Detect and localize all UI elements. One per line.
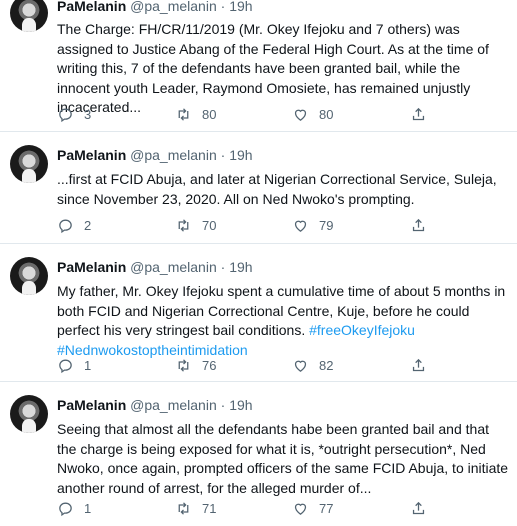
tweet-body: The Charge: FH/CR/11/2019 (Mr. Okey Ifej… [57,21,489,115]
reply-button[interactable]: 3 [57,104,91,124]
tweet-actions: 1 76 82 [57,355,509,375]
heart-icon [294,360,307,372]
tweet-text: ...first at FCID Abuja, and later at Nig… [57,170,509,209]
share-icon [412,501,425,514]
retweet-button[interactable]: 70 [175,215,216,235]
tweet-body: ...first at FCID Abuja, and later at Nig… [57,171,497,207]
reply-icon [59,219,72,233]
share-icon [412,107,425,120]
retweet-count: 70 [202,217,217,233]
timestamp[interactable]: 19h [229,259,252,275]
display-name[interactable]: PaMelanin [57,147,126,163]
heart-icon [294,220,307,232]
tweet-text: Seeing that almost all the defendants ha… [57,420,509,498]
tweet-actions: 1 71 77 [57,498,509,518]
divider [0,131,517,132]
reply-count: 3 [84,106,92,122]
user-handle[interactable]: @pa_melanin [130,147,217,163]
retweet-icon [178,218,189,232]
retweet-count: 76 [202,357,217,373]
retweet-button[interactable]: 71 [175,498,216,518]
tweet-header: PaMelanin @pa_melanin · 19h [57,396,253,414]
reply-count: 1 [84,500,92,516]
retweet-count: 80 [202,106,217,122]
display-name[interactable]: PaMelanin [57,0,126,14]
tweet-text: My father, Mr. Okey Ifejoku spent a cumu… [57,282,509,360]
separator-dot: · [220,147,226,163]
tweet-text: The Charge: FH/CR/11/2019 (Mr. Okey Ifej… [57,20,509,118]
like-button[interactable]: 77 [292,498,333,518]
divider [0,243,517,244]
tweet-thread: PaMelanin @pa_melanin · 19h The Charge: … [0,0,517,526]
share-button[interactable] [410,498,427,518]
reply-button[interactable]: 2 [57,215,91,235]
timestamp[interactable]: 19h [229,147,252,163]
reply-icon [59,359,72,373]
tweet-body: My father, Mr. Okey Ifejoku spent a cumu… [57,283,506,338]
divider [0,381,517,382]
like-button[interactable]: 80 [292,104,333,124]
separator-dot: · [220,0,226,14]
timestamp[interactable]: 19h [229,0,252,14]
display-name[interactable]: PaMelanin [57,397,126,413]
avatar[interactable] [10,0,48,32]
reply-count: 2 [84,217,92,233]
avatar[interactable] [10,145,48,183]
like-count: 79 [319,217,334,233]
tweet-header: PaMelanin @pa_melanin · 19h [57,258,253,276]
hashtag-link[interactable]: #freeOkeyIfejoku [309,322,415,338]
like-button[interactable]: 79 [292,215,333,235]
separator-dot: · [220,259,226,275]
reply-count: 1 [84,357,92,373]
like-button[interactable]: 82 [292,355,333,375]
tweet[interactable]: PaMelanin @pa_melanin · 19h ...first at … [0,133,517,243]
tweet-actions: 3 80 80 [57,104,509,124]
tweet[interactable]: PaMelanin @pa_melanin · 19h Seeing that … [0,383,517,526]
separator-dot: · [220,397,226,413]
user-handle[interactable]: @pa_melanin [130,397,217,413]
share-icon [412,218,425,231]
avatar[interactable] [10,257,48,295]
user-handle[interactable]: @pa_melanin [130,0,217,14]
tweet-actions: 2 70 79 [57,215,509,235]
reply-button[interactable]: 1 [57,498,91,518]
display-name[interactable]: PaMelanin [57,259,126,275]
tweet-header: PaMelanin @pa_melanin · 19h [57,146,253,164]
share-icon [412,358,425,371]
retweet-icon [178,358,189,372]
share-button[interactable] [410,215,427,235]
retweet-button[interactable]: 80 [175,104,216,124]
heart-icon [294,109,307,121]
tweet-header: PaMelanin @pa_melanin · 19h [57,0,253,15]
reply-icon [59,502,72,516]
user-handle[interactable]: @pa_melanin [130,259,217,275]
retweet-count: 71 [202,500,217,516]
avatar[interactable] [10,395,48,433]
like-count: 80 [319,106,334,122]
share-button[interactable] [410,355,427,375]
share-button[interactable] [410,104,427,124]
tweet-body: Seeing that almost all the defendants ha… [57,421,509,496]
reply-icon [59,108,72,122]
like-count: 82 [319,357,334,373]
tweet[interactable]: PaMelanin @pa_melanin · 19h My father, M… [0,245,517,381]
heart-icon [294,503,307,515]
reply-button[interactable]: 1 [57,355,91,375]
like-count: 77 [319,500,334,516]
retweet-button[interactable]: 76 [175,355,216,375]
tweet[interactable]: PaMelanin @pa_melanin · 19h The Charge: … [0,0,517,131]
timestamp[interactable]: 19h [229,397,252,413]
retweet-icon [178,107,189,121]
retweet-icon [178,501,189,515]
